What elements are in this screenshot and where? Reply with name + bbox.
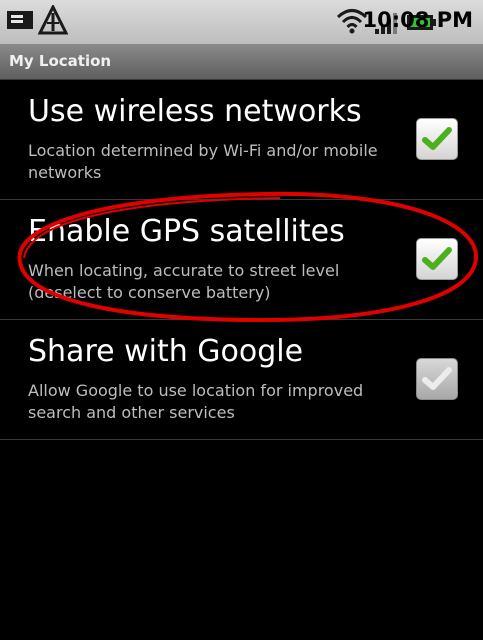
setting-row-wireless-networks[interactable]: Use wireless networks Location determine…	[0, 80, 483, 200]
phone-screen: 10:08 PM My Location Use wireless networ…	[0, 0, 483, 640]
usb-debug-icon	[38, 5, 68, 35]
title-bar: My Location	[0, 44, 483, 80]
setting-summary: When locating, accurate to street level …	[28, 261, 340, 302]
setting-row-share-with-google[interactable]: Share with Google Allow Google to use lo…	[0, 320, 483, 440]
gps-satellites-checkbox[interactable]	[416, 238, 458, 280]
status-bar: 10:08 PM	[0, 0, 483, 45]
checkmark-icon	[422, 247, 452, 270]
setting-summary: Location determined by Wi-Fi and/or mobi…	[28, 141, 378, 182]
checkmark-icon	[422, 367, 452, 390]
setting-title: Use wireless networks	[28, 94, 362, 129]
share-with-google-checkbox[interactable]	[416, 358, 458, 400]
setting-summary: Allow Google to use location for improve…	[28, 381, 364, 422]
setting-row-gps-satellites[interactable]: Enable GPS satellites When locating, acc…	[0, 200, 483, 320]
wireless-networks-checkbox[interactable]	[416, 118, 458, 160]
page-title: My Location	[9, 52, 112, 70]
setting-title: Share with Google	[28, 334, 304, 369]
status-time: 10:08 PM	[362, 8, 473, 32]
setting-title: Enable GPS satellites	[28, 214, 345, 249]
checkmark-icon	[422, 127, 452, 150]
notification-message-icon	[7, 11, 33, 29]
